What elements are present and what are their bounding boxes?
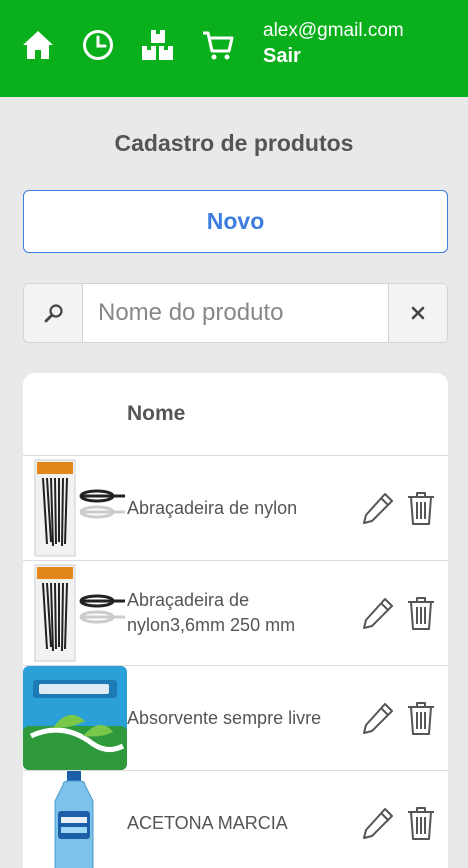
- user-email: alex@gmail.com: [263, 20, 404, 41]
- trash-icon[interactable]: [406, 805, 436, 841]
- history-icon[interactable]: [81, 28, 115, 62]
- trash-icon[interactable]: [406, 700, 436, 736]
- new-product-button[interactable]: Novo: [23, 190, 448, 253]
- edit-icon[interactable]: [361, 806, 395, 840]
- column-header-name: Nome: [127, 402, 186, 425]
- product-image: [23, 771, 127, 868]
- top-navbar: alex@gmail.com Sair: [0, 0, 468, 97]
- search-icon: [24, 284, 83, 342]
- table-row[interactable]: ACETONA MARCIA: [23, 771, 448, 868]
- product-image: [23, 561, 127, 665]
- page-title: Cadastro de produtos: [114, 130, 354, 156]
- cart-icon[interactable]: [201, 28, 235, 62]
- search-bar: [23, 283, 448, 343]
- product-name: Abraçadeira de nylon: [127, 497, 298, 518]
- table-header: Nome: [23, 373, 448, 456]
- close-icon: [411, 306, 425, 320]
- product-image: [23, 666, 127, 770]
- trash-icon[interactable]: [406, 490, 436, 526]
- logout-link[interactable]: Sair: [263, 45, 301, 68]
- home-icon[interactable]: [21, 28, 55, 62]
- edit-icon[interactable]: [361, 491, 395, 525]
- boxes-icon[interactable]: [141, 28, 175, 62]
- product-name-search-input[interactable]: [84, 284, 389, 342]
- edit-icon[interactable]: [361, 701, 395, 735]
- table-row[interactable]: Absorvente sempre livre: [23, 666, 448, 771]
- products-table: Nome Abraçadeira de nylon Abraçadeira de…: [23, 373, 448, 868]
- table-row[interactable]: Abraçadeira de nylon3,6mm 250 mm: [23, 561, 448, 666]
- product-name: Absorvente sempre livre: [127, 707, 322, 728]
- clear-search-button[interactable]: [388, 284, 447, 342]
- product-name: Abraçadeira de nylon3,6mm 250 mm: [127, 590, 296, 635]
- product-image: [23, 456, 127, 560]
- table-row[interactable]: Abraçadeira de nylon: [23, 456, 448, 561]
- product-name: ACETONA MARCIA: [127, 812, 288, 833]
- edit-icon[interactable]: [361, 596, 395, 630]
- trash-icon[interactable]: [406, 595, 436, 631]
